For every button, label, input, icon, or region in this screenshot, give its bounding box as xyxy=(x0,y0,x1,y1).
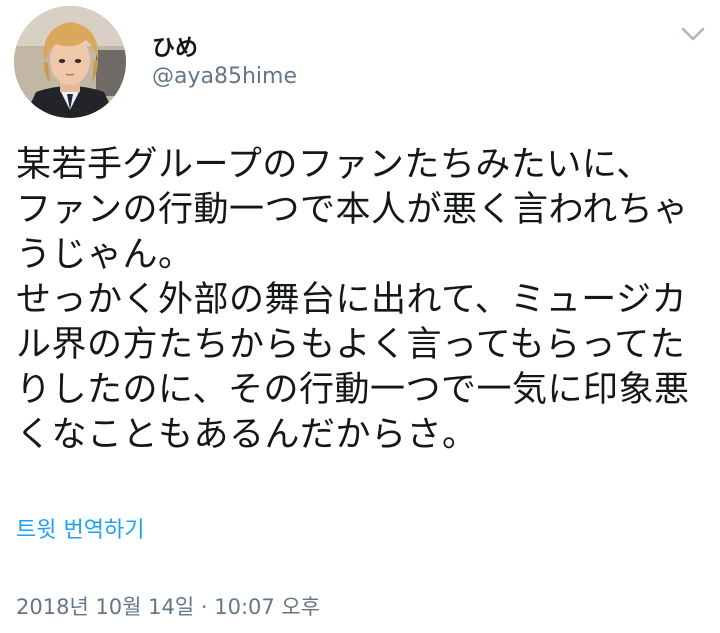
tweet-line: ル界の方たちからもよく言ってもらってた xyxy=(16,325,686,365)
translate-tweet-link[interactable]: 트윗 번역하기 xyxy=(16,512,144,544)
display-name[interactable]: ひめ xyxy=(152,28,198,62)
tweet-line: せっかく外部の舞台に出れて、ミュージカ xyxy=(16,280,688,320)
user-handle[interactable]: @aya85hime xyxy=(152,64,297,89)
chevron-down-icon[interactable] xyxy=(680,24,706,44)
tweet-line: 某若手グループのファンたちみたいに、 xyxy=(16,145,652,185)
tweet-line: りしたのに、その行動一つで一気に印象悪 xyxy=(16,370,690,410)
tweet-text: 某若手グループのファンたちみたいに、 ファンの行動一つで本人が悪く言われちゃ う… xyxy=(16,143,706,458)
tweet-line: くなこともあるんだからさ。 xyxy=(16,415,478,455)
tweet-timestamp[interactable]: 2018년 10월 14일 · 10:07 오후 xyxy=(16,591,320,621)
tweet-line: ファンの行動一つで本人が悪く言われちゃ xyxy=(16,190,689,230)
avatar-photo xyxy=(14,6,126,118)
tweet-line: うじゃん。 xyxy=(16,235,194,275)
avatar[interactable] xyxy=(14,6,126,118)
